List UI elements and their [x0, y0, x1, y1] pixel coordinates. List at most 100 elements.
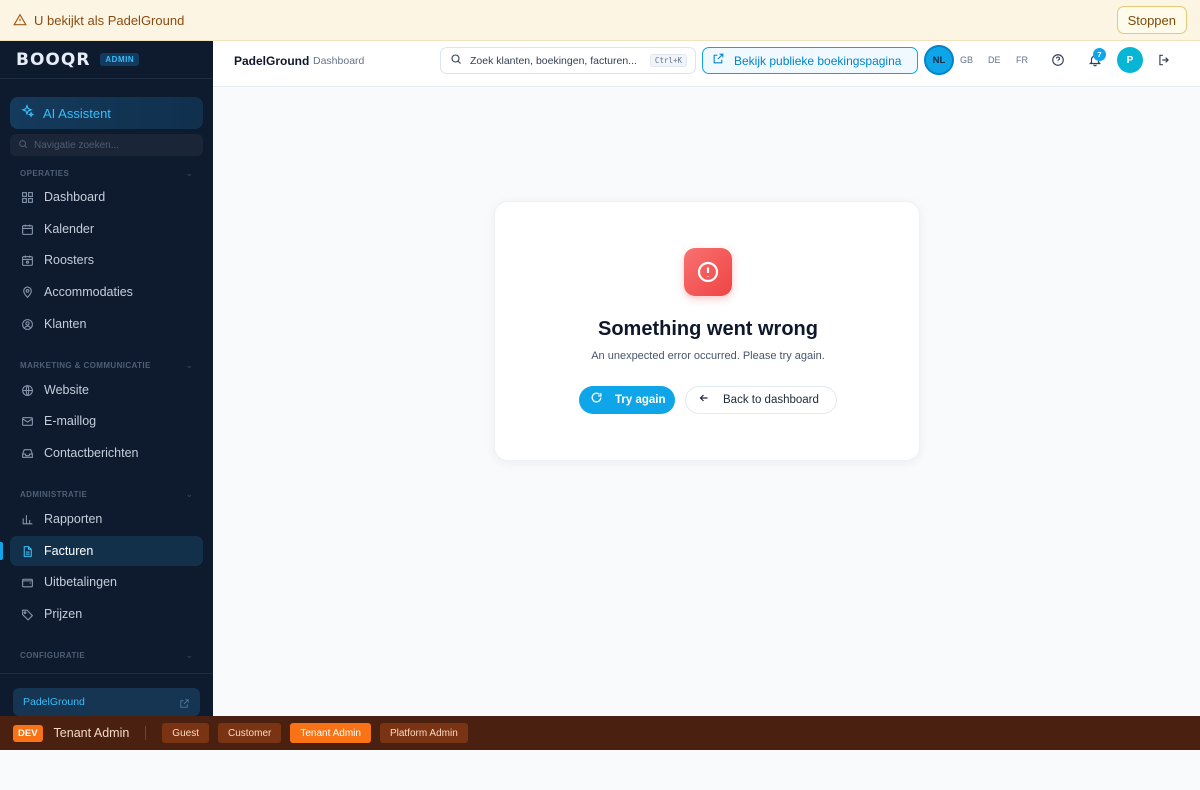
global-search-input[interactable]: Zoek klanten, boekingen, facturen... Ctr…: [440, 47, 696, 74]
sidebar-item-label: Website: [44, 383, 89, 397]
warning-icon: [12, 12, 28, 28]
try-again-button[interactable]: Try again: [579, 386, 675, 414]
sidebar-item-customers[interactable]: Klanten: [10, 309, 203, 339]
sidebar-item-label: Kalender: [44, 222, 95, 236]
sidebar-item-label: E-maillog: [44, 414, 97, 428]
inbox-icon: [20, 446, 34, 460]
sidebar-item-calendar[interactable]: Kalender: [10, 214, 203, 244]
top-header: PadelGround Dashboard Zoek klanten, boek…: [213, 41, 1200, 87]
impersonation-text: U bekijkt als PadelGround: [34, 12, 185, 28]
role-platform-admin-button[interactable]: Platform Admin: [379, 723, 468, 743]
grid-icon: [20, 190, 34, 204]
back-to-dashboard-label: Back to dashboard: [723, 394, 819, 406]
chevron-down-icon[interactable]: ⌄: [185, 489, 193, 500]
error-message: An unexpected error occurred. Please try…: [591, 350, 825, 362]
back-to-dashboard-button[interactable]: Back to dashboard: [685, 386, 837, 414]
language-nl-button[interactable]: NL: [924, 45, 954, 75]
language-fr-button[interactable]: FR: [1016, 55, 1028, 65]
stop-impersonation-button[interactable]: Stoppen: [1116, 6, 1187, 34]
sidebar-item-label: Roosters: [44, 253, 95, 267]
chevron-down-icon[interactable]: ⌄: [185, 360, 193, 371]
search-placeholder: Zoek klanten, boekingen, facturen...: [470, 54, 637, 67]
page-title: PadelGround: [234, 54, 310, 68]
bar-chart-icon: [20, 512, 34, 526]
user-circle-icon: [20, 317, 34, 331]
nav-search-placeholder: Navigatie zoeken...: [34, 139, 120, 151]
error-card: Something went wrong An unexpected error…: [494, 201, 920, 461]
sidebar-item-label: Uitbetalingen: [44, 575, 117, 589]
sidebar-item-payouts[interactable]: Uitbetalingen: [10, 567, 203, 597]
language-de-button[interactable]: DE: [988, 55, 1001, 65]
tenant-link[interactable]: PadelGround: [13, 688, 200, 716]
sidebar-item-invoices[interactable]: Facturen: [10, 536, 203, 566]
active-indicator: [0, 542, 3, 560]
page-background: [0, 750, 1200, 790]
public-page-label: Bekijk publieke boekingspagina: [734, 53, 902, 68]
sidebar-item-schedules[interactable]: Roosters: [10, 245, 203, 275]
sidebar-item-reports[interactable]: Rapporten: [10, 504, 203, 534]
logo-row: BOOQR ADMIN: [0, 41, 213, 79]
help-icon[interactable]: [1049, 51, 1067, 69]
chevron-down-icon[interactable]: ⌄: [185, 168, 193, 179]
arrow-left-icon: [698, 391, 710, 409]
shortcut-hint: Ctrl+K: [649, 54, 687, 67]
sidebar-item-label: Contactberichten: [44, 446, 139, 460]
tag-icon: [20, 607, 34, 621]
sparkles-icon: [20, 103, 35, 123]
search-icon: [18, 136, 28, 154]
impersonation-banner: U bekijkt als PadelGround Stoppen: [0, 0, 1200, 41]
sidebar-item-accommodations[interactable]: Accommodaties: [10, 277, 203, 307]
refresh-icon: [590, 391, 603, 409]
dev-role-bar: DEV Tenant Admin Guest Customer Tenant A…: [0, 716, 1200, 750]
avatar[interactable]: P: [1117, 47, 1143, 73]
sidebar-item-website[interactable]: Website: [10, 375, 203, 405]
sidebar: BOOQR ADMIN AI Assistent Navigatie zoeke…: [0, 41, 213, 716]
breadcrumb: Dashboard: [313, 55, 365, 67]
calendar-clock-icon: [20, 253, 34, 267]
nav-search-input[interactable]: Navigatie zoeken...: [10, 134, 203, 156]
chevron-down-icon[interactable]: ⌄: [185, 650, 193, 661]
dev-badge: DEV: [13, 724, 43, 742]
sidebar-item-label: Dashboard: [44, 190, 106, 204]
calendar-icon: [20, 222, 34, 236]
section-configuration[interactable]: CONFIGURATIE: [20, 651, 85, 660]
notification-badge: 7: [1093, 48, 1106, 61]
sidebar-item-contact-messages[interactable]: Contactberichten: [10, 438, 203, 468]
divider: [145, 726, 147, 740]
globe-icon: [20, 383, 34, 397]
section-administration[interactable]: ADMINISTRATIE: [20, 490, 87, 499]
external-link-icon: [712, 52, 725, 70]
sidebar-item-label: Accommodaties: [44, 285, 133, 299]
tenant-name: PadelGround: [23, 696, 85, 708]
sidebar-divider: [0, 673, 213, 674]
section-operations[interactable]: OPERATIES: [20, 169, 69, 178]
error-title: Something went wrong: [598, 318, 818, 340]
mail-icon: [20, 414, 34, 428]
sidebar-item-label: Klanten: [44, 317, 87, 331]
sidebar-item-label: Prijzen: [44, 607, 83, 621]
sidebar-item-email-log[interactable]: E-maillog: [10, 406, 203, 436]
role-customer-button[interactable]: Customer: [217, 723, 282, 743]
wallet-icon: [20, 575, 34, 589]
file-text-icon: [20, 544, 34, 558]
current-role: Tenant Admin: [53, 726, 130, 740]
ai-assistant-label: AI Assistent: [43, 105, 111, 121]
external-link-icon: [179, 696, 190, 714]
logout-icon[interactable]: [1155, 51, 1173, 69]
language-gb-button[interactable]: GB: [960, 55, 973, 65]
try-again-label: Try again: [615, 394, 666, 406]
sidebar-item-prices[interactable]: Prijzen: [10, 599, 203, 629]
view-public-booking-page-button[interactable]: Bekijk publieke boekingspagina: [702, 47, 918, 74]
sidebar-item-dashboard[interactable]: Dashboard: [10, 182, 203, 212]
ai-assistant-button[interactable]: AI Assistent: [10, 97, 203, 129]
sidebar-item-label: Facturen: [44, 544, 94, 558]
logo[interactable]: BOOQR: [16, 50, 90, 70]
admin-badge: ADMIN: [100, 53, 140, 66]
section-marketing[interactable]: MARKETING & COMMUNICATIE: [20, 361, 151, 370]
main-content: Something went wrong An unexpected error…: [213, 87, 1200, 715]
search-icon: [450, 52, 462, 70]
role-guest-button[interactable]: Guest: [162, 723, 209, 743]
alert-circle-icon: [684, 248, 732, 296]
role-tenant-admin-button[interactable]: Tenant Admin: [290, 723, 371, 743]
map-pin-icon: [20, 285, 34, 299]
